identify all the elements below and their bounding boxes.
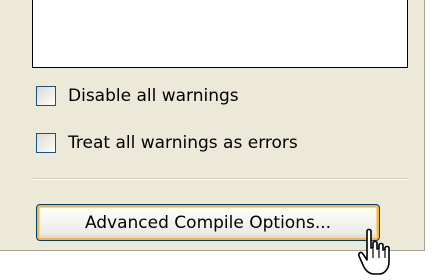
treat-warnings-as-errors-option[interactable]: Treat all warnings as errors: [36, 131, 298, 155]
disable-all-warnings-checkbox[interactable]: [36, 86, 56, 106]
warnings-list-box[interactable]: [32, 0, 408, 68]
hand-pointer-cursor-icon: [358, 228, 390, 275]
advanced-compile-options-button[interactable]: Advanced Compile Options...: [36, 204, 380, 241]
build-settings-panel: Disable all warnings Treat all warnings …: [0, 0, 425, 251]
separator-line: [33, 178, 408, 180]
treat-warnings-as-errors-checkbox[interactable]: [36, 133, 56, 153]
treat-warnings-as-errors-label[interactable]: Treat all warnings as errors: [68, 133, 298, 153]
disable-all-warnings-option[interactable]: Disable all warnings: [36, 84, 239, 108]
disable-all-warnings-label[interactable]: Disable all warnings: [68, 86, 239, 106]
